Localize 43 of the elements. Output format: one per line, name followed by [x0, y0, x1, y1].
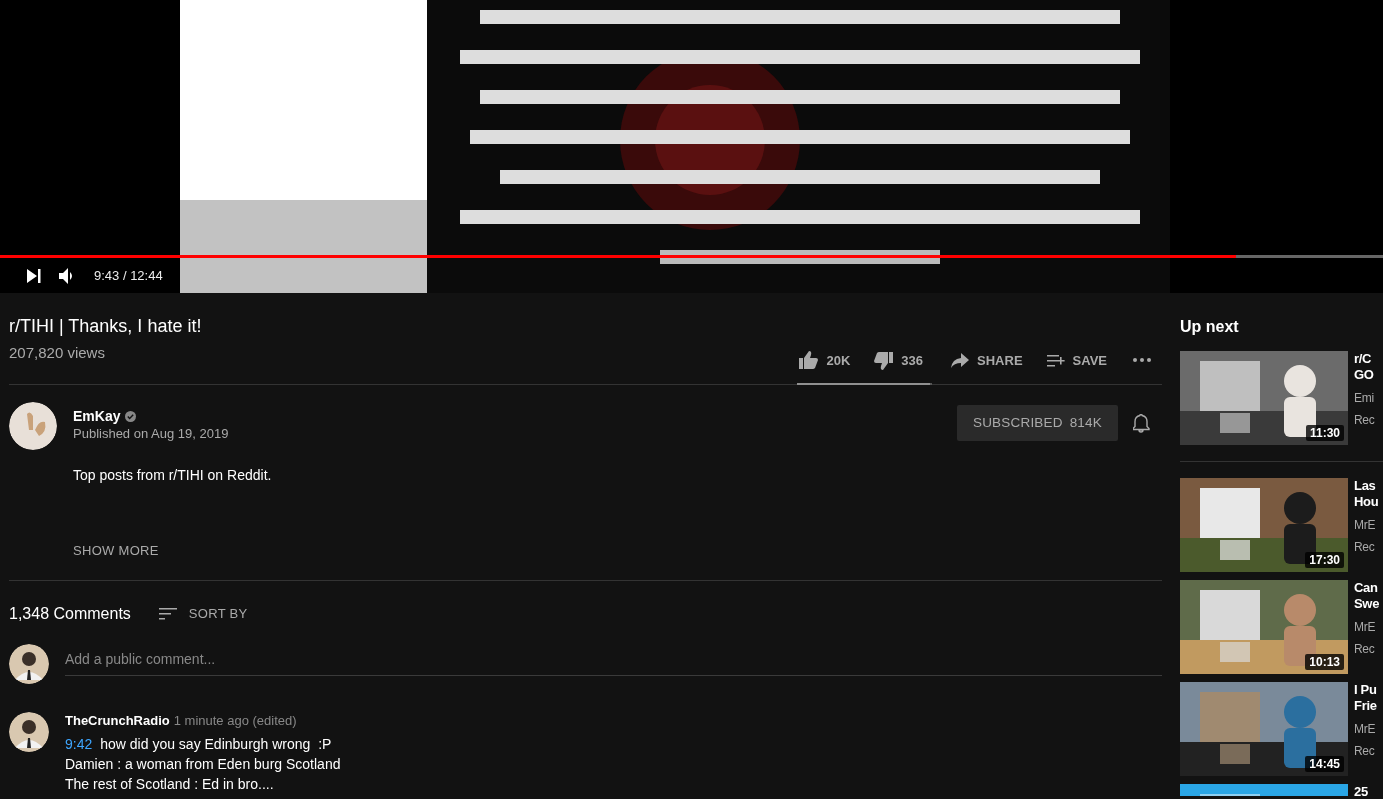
comment-author[interactable]: TheCrunchRadio: [65, 712, 170, 729]
save-button[interactable]: SAVE: [1046, 350, 1107, 370]
comment-text: The rest of Scotland : Ed in bro....: [65, 775, 275, 794]
video-title[interactable]: I Pu: [1354, 682, 1377, 698]
sort-by-button[interactable]: SORT BY: [158, 604, 248, 624]
like-button[interactable]: 20K: [799, 350, 851, 370]
comment-input-field[interactable]: Add a public comment...: [65, 646, 1162, 676]
comment-time: 1 minute ago (edited): [173, 712, 297, 729]
video-description: Top posts from r/TIHI on Reddit.: [73, 466, 273, 485]
channel-name: Emi: [1354, 390, 1374, 407]
video-duration: 10:13: [1305, 654, 1344, 670]
video-meta: Rec: [1354, 412, 1375, 429]
video-title[interactable]: Las: [1354, 478, 1376, 494]
time-display: 9:43 / 12:44: [94, 267, 163, 285]
subscribe-button[interactable]: SUBSCRIBED 814K: [956, 405, 1118, 441]
video-title[interactable]: r/C: [1354, 351, 1372, 367]
video-meta: Rec: [1354, 641, 1375, 658]
video-title[interactable]: Hou: [1354, 494, 1379, 510]
view-count: 207,820 views: [9, 342, 105, 363]
video-duration: 14:45: [1305, 756, 1344, 772]
video-title: r/TIHI | Thanks, I hate it!: [9, 315, 203, 337]
comment-text: how did you say Edinburgh wrong :P: [100, 735, 332, 754]
comment-count: 1,348 Comments: [9, 604, 131, 624]
video-duration: 17:30: [1305, 552, 1344, 568]
comment-text: Damien : a woman from Eden burg Scotland: [65, 755, 341, 774]
up-next-heading: Up next: [1180, 317, 1240, 337]
channel-name[interactable]: EmKay: [73, 408, 121, 425]
share-button[interactable]: SHARE: [951, 350, 1023, 370]
channel-name: MrE: [1354, 721, 1376, 738]
video-title[interactable]: Swe: [1354, 596, 1380, 612]
video-title[interactable]: GO: [1354, 367, 1374, 383]
dislike-button[interactable]: 336: [874, 350, 924, 370]
video-meta: Rec: [1354, 539, 1375, 556]
channel-name: MrE: [1354, 517, 1376, 534]
publish-date: Published on Aug 19, 2019: [73, 425, 229, 442]
channel-name: MrE: [1354, 619, 1376, 636]
video-title[interactable]: 25: [1354, 784, 1368, 799]
video-title[interactable]: Frie: [1354, 698, 1377, 714]
video-title[interactable]: Can: [1354, 580, 1378, 596]
timestamp-link[interactable]: 9:42: [65, 734, 93, 754]
video-meta: Rec: [1354, 743, 1375, 760]
video-duration: 11:30: [1305, 425, 1344, 441]
show-more-button[interactable]: SHOW MORE: [73, 541, 159, 561]
